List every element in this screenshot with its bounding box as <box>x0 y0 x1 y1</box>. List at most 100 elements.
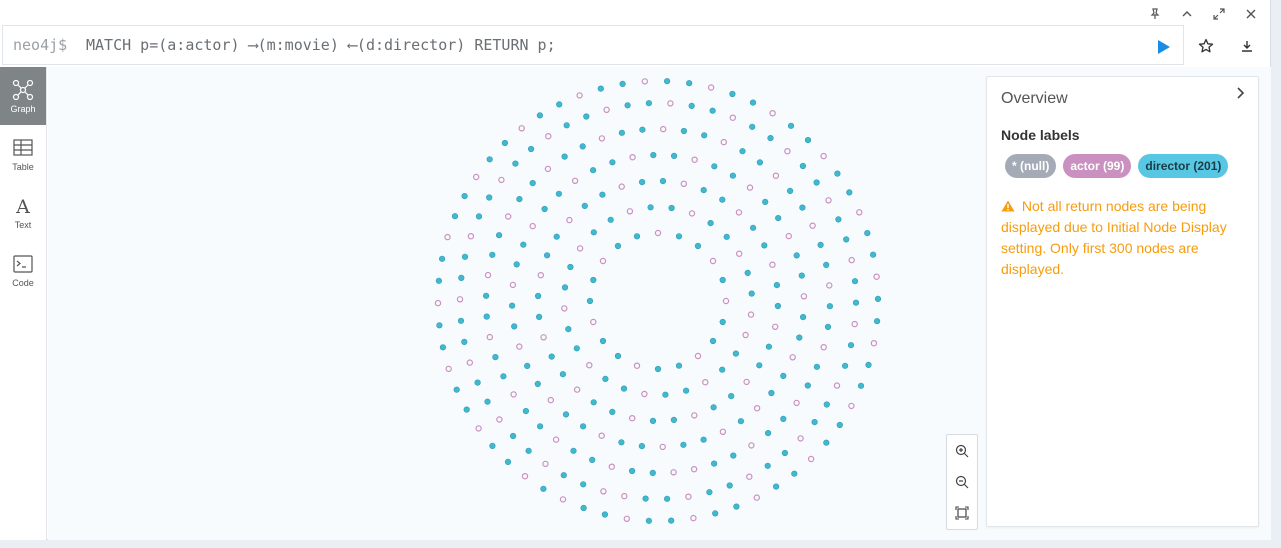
actor-node[interactable] <box>608 463 616 470</box>
actor-node[interactable] <box>702 379 709 386</box>
director-node[interactable] <box>728 393 735 400</box>
director-node[interactable] <box>618 129 626 136</box>
actor-node[interactable] <box>598 432 605 439</box>
director-node[interactable] <box>483 313 490 320</box>
actor-node[interactable] <box>590 318 597 326</box>
director-node[interactable] <box>729 172 737 179</box>
director-node[interactable] <box>670 152 678 159</box>
director-node[interactable] <box>522 408 530 415</box>
director-node[interactable] <box>774 302 782 310</box>
director-node[interactable] <box>756 159 764 166</box>
director-node[interactable] <box>764 430 772 437</box>
director-node[interactable] <box>761 242 768 249</box>
director-node[interactable] <box>510 432 517 440</box>
director-node[interactable] <box>739 148 746 155</box>
director-node[interactable] <box>461 253 469 260</box>
director-node[interactable] <box>723 233 730 240</box>
director-node[interactable] <box>765 343 773 350</box>
zoom-out-button[interactable] <box>953 473 971 491</box>
actor-node[interactable] <box>736 250 743 257</box>
director-node[interactable] <box>694 242 702 250</box>
actor-node[interactable] <box>680 180 688 188</box>
director-node[interactable] <box>639 126 646 133</box>
chevron-up-icon[interactable] <box>1180 6 1194 22</box>
actor-node[interactable] <box>521 473 529 480</box>
director-node[interactable] <box>536 112 544 119</box>
actor-node[interactable] <box>537 271 544 279</box>
director-node[interactable] <box>501 139 509 147</box>
actor-node[interactable] <box>486 333 493 341</box>
director-node[interactable] <box>540 485 547 492</box>
actor-node[interactable] <box>694 352 702 360</box>
director-node[interactable] <box>712 510 719 517</box>
director-node[interactable] <box>680 127 688 135</box>
director-node[interactable] <box>841 362 849 369</box>
actor-node[interactable] <box>691 412 698 419</box>
director-node[interactable] <box>602 375 609 383</box>
actor-node[interactable] <box>748 442 755 449</box>
director-node[interactable] <box>843 236 850 243</box>
director-node[interactable] <box>458 274 465 281</box>
director-node[interactable] <box>857 382 865 389</box>
director-node[interactable] <box>764 462 771 469</box>
actor-node[interactable] <box>833 382 841 389</box>
director-node[interactable] <box>668 517 675 524</box>
actor-node[interactable] <box>826 282 833 289</box>
director-node[interactable] <box>541 205 548 213</box>
director-node[interactable] <box>749 123 756 130</box>
actor-node[interactable] <box>743 378 750 386</box>
director-node[interactable] <box>496 232 503 239</box>
director-node[interactable] <box>439 255 446 262</box>
director-node[interactable] <box>435 277 443 284</box>
query-editor[interactable]: neo4j$ MATCH p=(a:actor) ⟶(m:movie) ⟵(d:… <box>2 25 1184 65</box>
director-node[interactable] <box>580 504 587 512</box>
actor-node[interactable] <box>719 428 727 435</box>
director-node[interactable] <box>548 353 555 360</box>
director-node[interactable] <box>638 178 646 186</box>
director-node[interactable] <box>537 423 544 430</box>
director-node[interactable] <box>513 261 520 268</box>
director-node[interactable] <box>701 132 708 139</box>
query-text[interactable]: MATCH p=(a:actor) ⟶(m:movie) ⟵(d:directo… <box>86 36 556 54</box>
actor-node[interactable] <box>566 216 573 224</box>
actor-node[interactable] <box>603 106 610 114</box>
director-node[interactable] <box>780 415 787 423</box>
director-node[interactable] <box>555 190 563 197</box>
director-node[interactable] <box>710 460 718 467</box>
actor-node[interactable] <box>547 396 554 404</box>
director-node[interactable] <box>650 151 657 159</box>
director-node[interactable] <box>489 442 496 450</box>
actor-node[interactable] <box>746 184 754 191</box>
actor-node[interactable] <box>746 473 753 480</box>
director-node[interactable] <box>638 443 646 450</box>
actor-node[interactable] <box>621 492 628 500</box>
expand-icon[interactable] <box>1212 6 1226 22</box>
actor-node[interactable] <box>690 466 698 473</box>
actor-node[interactable] <box>576 245 584 252</box>
actor-node[interactable] <box>807 455 815 463</box>
director-node[interactable] <box>607 216 614 223</box>
director-node[interactable] <box>852 299 860 306</box>
director-node[interactable] <box>562 411 570 418</box>
actor-node[interactable] <box>466 359 473 366</box>
actor-node[interactable] <box>518 125 525 132</box>
actor-node[interactable] <box>510 391 517 398</box>
director-node[interactable] <box>768 389 775 397</box>
director-node[interactable] <box>589 456 596 464</box>
actor-node[interactable] <box>516 343 523 350</box>
director-node[interactable] <box>647 204 654 211</box>
actor-node[interactable] <box>434 299 442 307</box>
director-node[interactable] <box>823 439 830 446</box>
director-node[interactable] <box>654 365 662 373</box>
actor-node[interactable] <box>660 125 667 133</box>
director-node[interactable] <box>748 290 755 297</box>
director-node[interactable] <box>804 382 811 389</box>
director-node[interactable] <box>799 314 807 321</box>
actor-node[interactable] <box>484 271 492 279</box>
director-node[interactable] <box>529 179 536 187</box>
actor-node[interactable] <box>785 232 793 240</box>
director-node[interactable] <box>461 338 468 346</box>
director-node[interactable] <box>645 100 653 107</box>
director-node[interactable] <box>451 213 459 220</box>
director-node[interactable] <box>628 467 636 475</box>
